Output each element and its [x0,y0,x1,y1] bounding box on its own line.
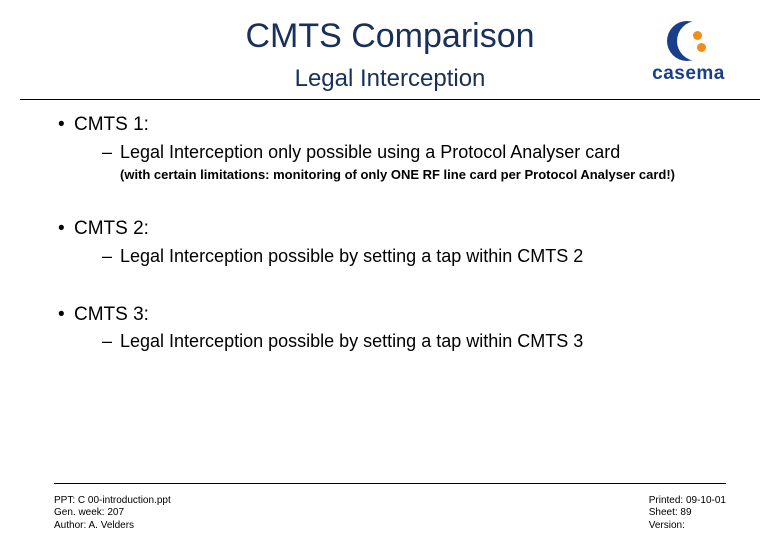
dash-icon: – [102,329,120,353]
logo-icon [667,21,711,61]
slide-header: CMTS Comparison Legal Interception casem… [0,0,780,93]
subbullet-cmts1: –Legal Interception only possible using … [102,140,740,164]
slide-content: •CMTS 1: –Legal Interception only possib… [0,100,780,353]
bullet-text: CMTS 3: [74,304,149,325]
bullet-cmts2: •CMTS 2: [58,216,740,242]
footer-right: Printed: 09-10-01 Sheet: 89 Version: [649,495,726,533]
bullet-icon: • [58,302,74,328]
bullet-icon: • [58,216,74,242]
dash-icon: – [102,140,120,164]
slide-footer: PPT: C 00-introduction.ppt Gen. week: 20… [54,495,726,533]
subbullet-cmts3: –Legal Interception possible by setting … [102,329,740,353]
bullet-text: CMTS 2: [74,218,149,239]
footer-divider [54,483,726,484]
subbullet-cmts2: –Legal Interception possible by setting … [102,244,740,268]
footer-left: PPT: C 00-introduction.ppt Gen. week: 20… [54,495,171,533]
slide: CMTS Comparison Legal Interception casem… [0,0,780,540]
dash-icon: – [102,244,120,268]
subbullet-text: Legal Interception possible by setting a… [120,331,583,351]
subbullet-text: Legal Interception only possible using a… [120,142,620,162]
bullet-cmts3: •CMTS 3: [58,302,740,328]
bullet-icon: • [58,112,74,138]
note-cmts1: (with certain limitations: monitoring of… [120,166,740,184]
bullet-text: CMTS 1: [74,114,149,135]
slide-title: CMTS Comparison [110,18,670,55]
brand-logo: casema [621,20,756,86]
bullet-cmts1: •CMTS 1: [58,112,740,138]
slide-subtitle: Legal Interception [110,65,670,93]
subbullet-text: Legal Interception possible by setting a… [120,246,583,266]
logo-text: casema [652,63,725,85]
